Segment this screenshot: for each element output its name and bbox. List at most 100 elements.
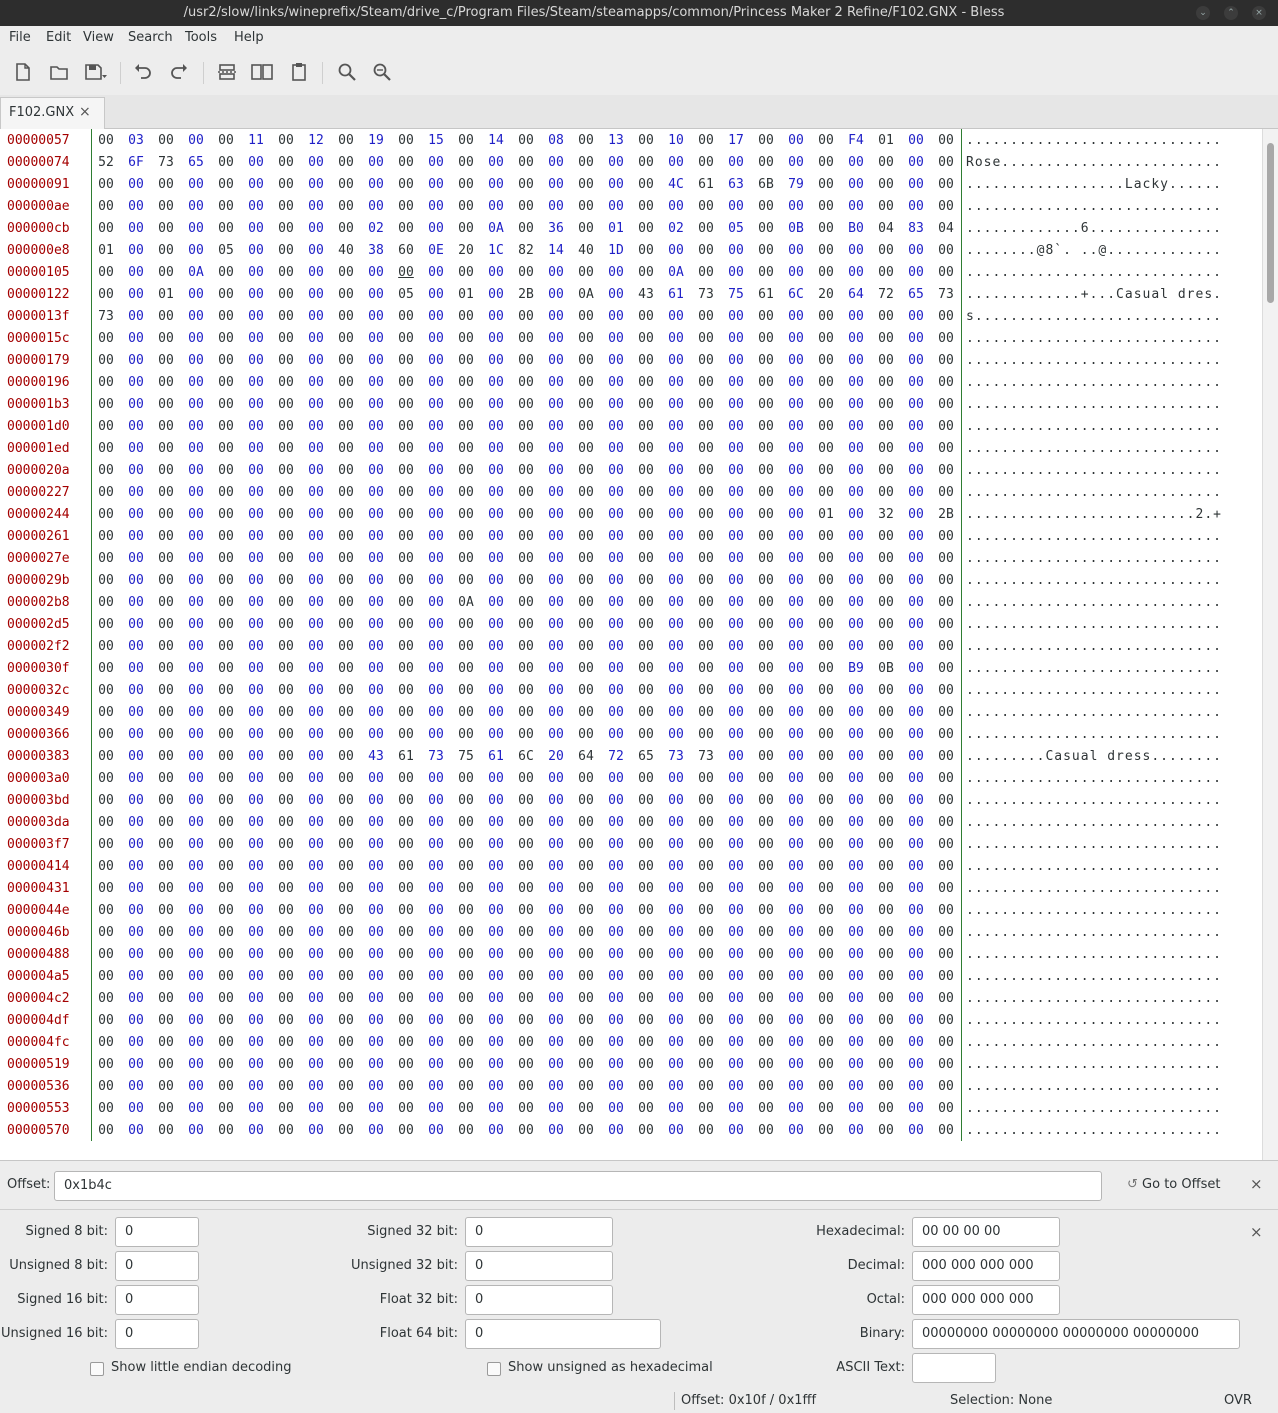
hex-byte[interactable]: 00 bbox=[577, 680, 595, 702]
hex-byte[interactable]: 00 bbox=[427, 504, 445, 526]
hex-byte[interactable]: 00 bbox=[577, 482, 595, 504]
hex-byte[interactable]: 00 bbox=[607, 1120, 625, 1142]
hex-byte[interactable]: 00 bbox=[877, 988, 895, 1010]
hex-byte[interactable]: 00 bbox=[757, 856, 775, 878]
hex-byte[interactable]: 00 bbox=[187, 1010, 205, 1032]
hex-byte[interactable]: 00 bbox=[217, 504, 235, 526]
hex-byte[interactable]: 00 bbox=[277, 1010, 295, 1032]
hex-byte[interactable]: 00 bbox=[427, 658, 445, 680]
hex-byte[interactable]: 6C bbox=[517, 746, 535, 768]
hex-byte[interactable]: 00 bbox=[487, 152, 505, 174]
hex-byte[interactable]: 00 bbox=[727, 438, 745, 460]
hex-byte[interactable]: 00 bbox=[907, 240, 925, 262]
hex-byte[interactable]: 00 bbox=[487, 658, 505, 680]
hex-byte[interactable]: 05 bbox=[397, 284, 415, 306]
hex-byte[interactable]: 00 bbox=[877, 416, 895, 438]
hex-byte[interactable]: 00 bbox=[937, 680, 955, 702]
hex-byte[interactable]: 00 bbox=[307, 526, 325, 548]
hex-byte[interactable]: 00 bbox=[427, 1010, 445, 1032]
hex-byte[interactable]: 00 bbox=[307, 460, 325, 482]
hex-byte[interactable]: 13 bbox=[607, 130, 625, 152]
hex-byte[interactable]: 00 bbox=[277, 614, 295, 636]
hex-byte[interactable]: 00 bbox=[427, 1098, 445, 1120]
hex-byte[interactable]: 00 bbox=[817, 482, 835, 504]
ascii-column[interactable]: ............................. Rose......… bbox=[966, 130, 1222, 1142]
hex-byte[interactable]: 00 bbox=[427, 460, 445, 482]
hex-byte[interactable]: 00 bbox=[157, 262, 175, 284]
hex-byte[interactable]: 00 bbox=[847, 878, 865, 900]
hex-byte[interactable]: 00 bbox=[697, 438, 715, 460]
hex-byte[interactable]: 00 bbox=[547, 1076, 565, 1098]
hex-byte[interactable]: 00 bbox=[667, 152, 685, 174]
hex-byte[interactable]: 00 bbox=[187, 1032, 205, 1054]
hex-byte[interactable]: 00 bbox=[427, 438, 445, 460]
hex-byte[interactable]: 00 bbox=[307, 504, 325, 526]
hex-byte[interactable]: 00 bbox=[877, 306, 895, 328]
hex-byte[interactable]: 00 bbox=[907, 526, 925, 548]
hex-byte[interactable]: 00 bbox=[367, 570, 385, 592]
hex-byte[interactable]: 00 bbox=[937, 834, 955, 856]
hex-byte[interactable]: 00 bbox=[607, 438, 625, 460]
hex-byte[interactable]: 00 bbox=[487, 702, 505, 724]
hex-byte[interactable]: 00 bbox=[277, 196, 295, 218]
hex-byte[interactable]: 00 bbox=[547, 900, 565, 922]
hex-byte[interactable]: 00 bbox=[397, 218, 415, 240]
hex-byte[interactable]: 00 bbox=[187, 592, 205, 614]
hex-byte[interactable]: 00 bbox=[697, 328, 715, 350]
hex-byte[interactable]: 00 bbox=[97, 548, 115, 570]
hex-byte[interactable]: 00 bbox=[337, 504, 355, 526]
hex-byte[interactable]: 15 bbox=[427, 130, 445, 152]
hex-byte[interactable]: 00 bbox=[817, 592, 835, 614]
hex-byte[interactable]: 00 bbox=[757, 438, 775, 460]
hex-byte[interactable]: 00 bbox=[757, 1098, 775, 1120]
hex-byte[interactable]: 00 bbox=[757, 460, 775, 482]
hex-byte[interactable]: 00 bbox=[637, 1076, 655, 1098]
hex-byte[interactable]: 00 bbox=[97, 768, 115, 790]
hex-byte[interactable]: 00 bbox=[697, 548, 715, 570]
go-to-offset-button[interactable]: ↺ Go to Offset bbox=[1127, 1177, 1220, 1192]
hex-byte[interactable]: 00 bbox=[97, 394, 115, 416]
hex-byte[interactable]: 00 bbox=[757, 394, 775, 416]
hex-byte[interactable]: 00 bbox=[607, 790, 625, 812]
hex-byte[interactable]: 00 bbox=[307, 812, 325, 834]
hex-byte[interactable]: 00 bbox=[247, 724, 265, 746]
hex-byte[interactable]: 00 bbox=[937, 548, 955, 570]
hex-byte[interactable]: 00 bbox=[937, 240, 955, 262]
hex-byte[interactable]: 00 bbox=[907, 944, 925, 966]
hex-byte[interactable]: 00 bbox=[97, 218, 115, 240]
hex-byte[interactable]: 00 bbox=[517, 570, 535, 592]
hex-byte[interactable]: 00 bbox=[127, 614, 145, 636]
hex-byte[interactable]: 00 bbox=[127, 900, 145, 922]
hex-byte[interactable]: 00 bbox=[877, 790, 895, 812]
hex-byte[interactable]: 00 bbox=[367, 394, 385, 416]
hex-byte[interactable]: 00 bbox=[607, 174, 625, 196]
hex-byte[interactable]: 00 bbox=[907, 746, 925, 768]
hex-byte[interactable]: 00 bbox=[637, 988, 655, 1010]
hex-byte[interactable]: 00 bbox=[397, 966, 415, 988]
hex-byte[interactable]: 00 bbox=[307, 856, 325, 878]
hex-byte[interactable]: 00 bbox=[427, 1032, 445, 1054]
hex-byte[interactable]: 00 bbox=[307, 1032, 325, 1054]
hex-byte[interactable]: 00 bbox=[847, 834, 865, 856]
hex-byte[interactable]: 00 bbox=[427, 570, 445, 592]
hex-byte[interactable]: 00 bbox=[157, 306, 175, 328]
hex-byte[interactable]: 00 bbox=[157, 240, 175, 262]
hex-byte[interactable]: 00 bbox=[367, 174, 385, 196]
hex-byte[interactable]: 00 bbox=[727, 944, 745, 966]
hex-byte[interactable]: 00 bbox=[247, 966, 265, 988]
hex-byte[interactable]: 00 bbox=[217, 834, 235, 856]
hex-byte[interactable]: 00 bbox=[187, 944, 205, 966]
hex-byte[interactable]: 00 bbox=[787, 196, 805, 218]
hex-byte[interactable]: 00 bbox=[547, 812, 565, 834]
hex-byte[interactable]: 00 bbox=[757, 526, 775, 548]
hex-byte[interactable]: 00 bbox=[817, 812, 835, 834]
hex-byte[interactable]: 00 bbox=[127, 922, 145, 944]
hexadecimal-field[interactable]: 00 00 00 00 bbox=[912, 1217, 1060, 1247]
hex-byte[interactable]: 00 bbox=[877, 1098, 895, 1120]
hex-byte[interactable]: 00 bbox=[877, 768, 895, 790]
hex-byte[interactable]: 00 bbox=[757, 702, 775, 724]
hex-byte[interactable]: 00 bbox=[577, 1032, 595, 1054]
hex-byte[interactable]: 00 bbox=[907, 988, 925, 1010]
hex-byte[interactable]: 00 bbox=[157, 1076, 175, 1098]
hex-byte[interactable]: 00 bbox=[397, 878, 415, 900]
